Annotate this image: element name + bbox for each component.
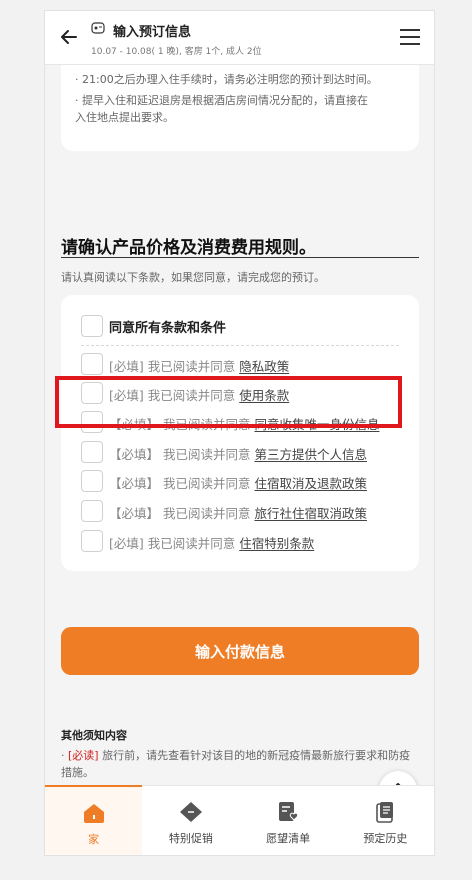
ticket-icon [179,802,202,822]
term-link[interactable]: 隐私政策 [239,359,289,374]
term-checkbox[interactable] [81,353,103,375]
other-notes-text: · [必读] 旅行前，请先查看针对该目的地的新冠疫情最新旅行要求和防疫措施。 [61,749,411,779]
term-prefix: 【必填】 我已阅读并同意 [109,447,255,462]
policy-notes-card: · 21:00之后办理入住手续时，请务必注明您的预计到达时间。 · 提早入住和延… [61,65,419,151]
history-icon [376,802,394,823]
highlight-box [55,376,402,428]
app-frame: 输入预订信息 10.07 - 10.08( 1 晚), 客房 1个, 成人 2位… [44,10,435,856]
back-arrow-icon[interactable] [59,27,79,47]
term-checkbox[interactable] [81,530,103,552]
note-line: · 提早入住和延迟退房是根据酒店房间情况分配的，请直接在 [75,94,368,107]
enter-payment-button[interactable]: 输入付款信息 [61,627,419,675]
note-line: · 21:00之后办理入住手续时，请务必注明您的预计到达时间。 [75,73,378,86]
term-link[interactable]: 住宿取消及退款政策 [254,476,367,491]
term-prefix: [必填] 我已阅读并同意 [109,536,240,551]
section-subtitle: 请认真阅读以下条款，如果您同意，请完成您的预订。 [61,271,325,284]
home-icon [83,804,104,823]
divider [81,345,399,346]
bottom-tab-bar: 家 特别促销 愿望清单 预定历史 [45,785,434,855]
term-checkbox[interactable] [81,441,103,463]
tab-label: 预定历史 [363,832,408,845]
tab-special-offers[interactable]: 特别促销 [142,786,239,855]
hamburger-menu-icon[interactable] [400,29,420,45]
term-link[interactable]: 住宿特别条款 [239,536,314,551]
term-prefix: 【必填】 我已阅读并同意 [109,506,255,521]
term-prefix: [必填] 我已阅读并同意 [109,359,240,374]
agree-all-label: 同意所有条款和条件 [109,321,227,336]
tab-label: 特别促销 [168,832,213,845]
required-tag: [必读] [68,749,99,762]
tab-label: 家 [88,833,100,846]
booking-summary: 10.07 - 10.08( 1 晚), 客房 1个, 成人 2位 [91,47,262,57]
page-title: 输入预订信息 [113,25,192,40]
tab-label: 愿望清单 [266,832,311,845]
term-checkbox[interactable] [81,470,103,492]
note-line: 入住地点提出要求。 [75,111,174,124]
tab-booking-history[interactable]: 预定历史 [337,786,434,855]
section-title: 请确认产品价格及消费费用规则。 [61,238,316,258]
hotel-icon [91,22,105,34]
terms-card: 同意所有条款和条件 [必填] 我已阅读并同意 隐私政策 [必填] 我已阅读并同意… [61,295,419,571]
agree-all-checkbox[interactable] [81,315,103,337]
divider [61,257,419,258]
tab-home[interactable]: 家 [45,785,143,855]
term-link[interactable]: 旅行社住宿取消政策 [254,506,367,521]
term-checkbox[interactable] [81,500,103,522]
term-prefix: 【必填】 我已阅读并同意 [109,476,255,491]
term-link[interactable]: 第三方提供个人信息 [254,447,367,462]
other-notes-body: 旅行前，请先查看针对该目的地的新冠疫情最新旅行要求和防疫措施。 [61,749,411,779]
wishlist-icon [279,802,299,821]
tab-wishlist[interactable]: 愿望清单 [240,786,337,855]
header: 输入预订信息 10.07 - 10.08( 1 晚), 客房 1个, 成人 2位 [45,11,434,65]
other-notes-title: 其他须知内容 [61,729,127,742]
